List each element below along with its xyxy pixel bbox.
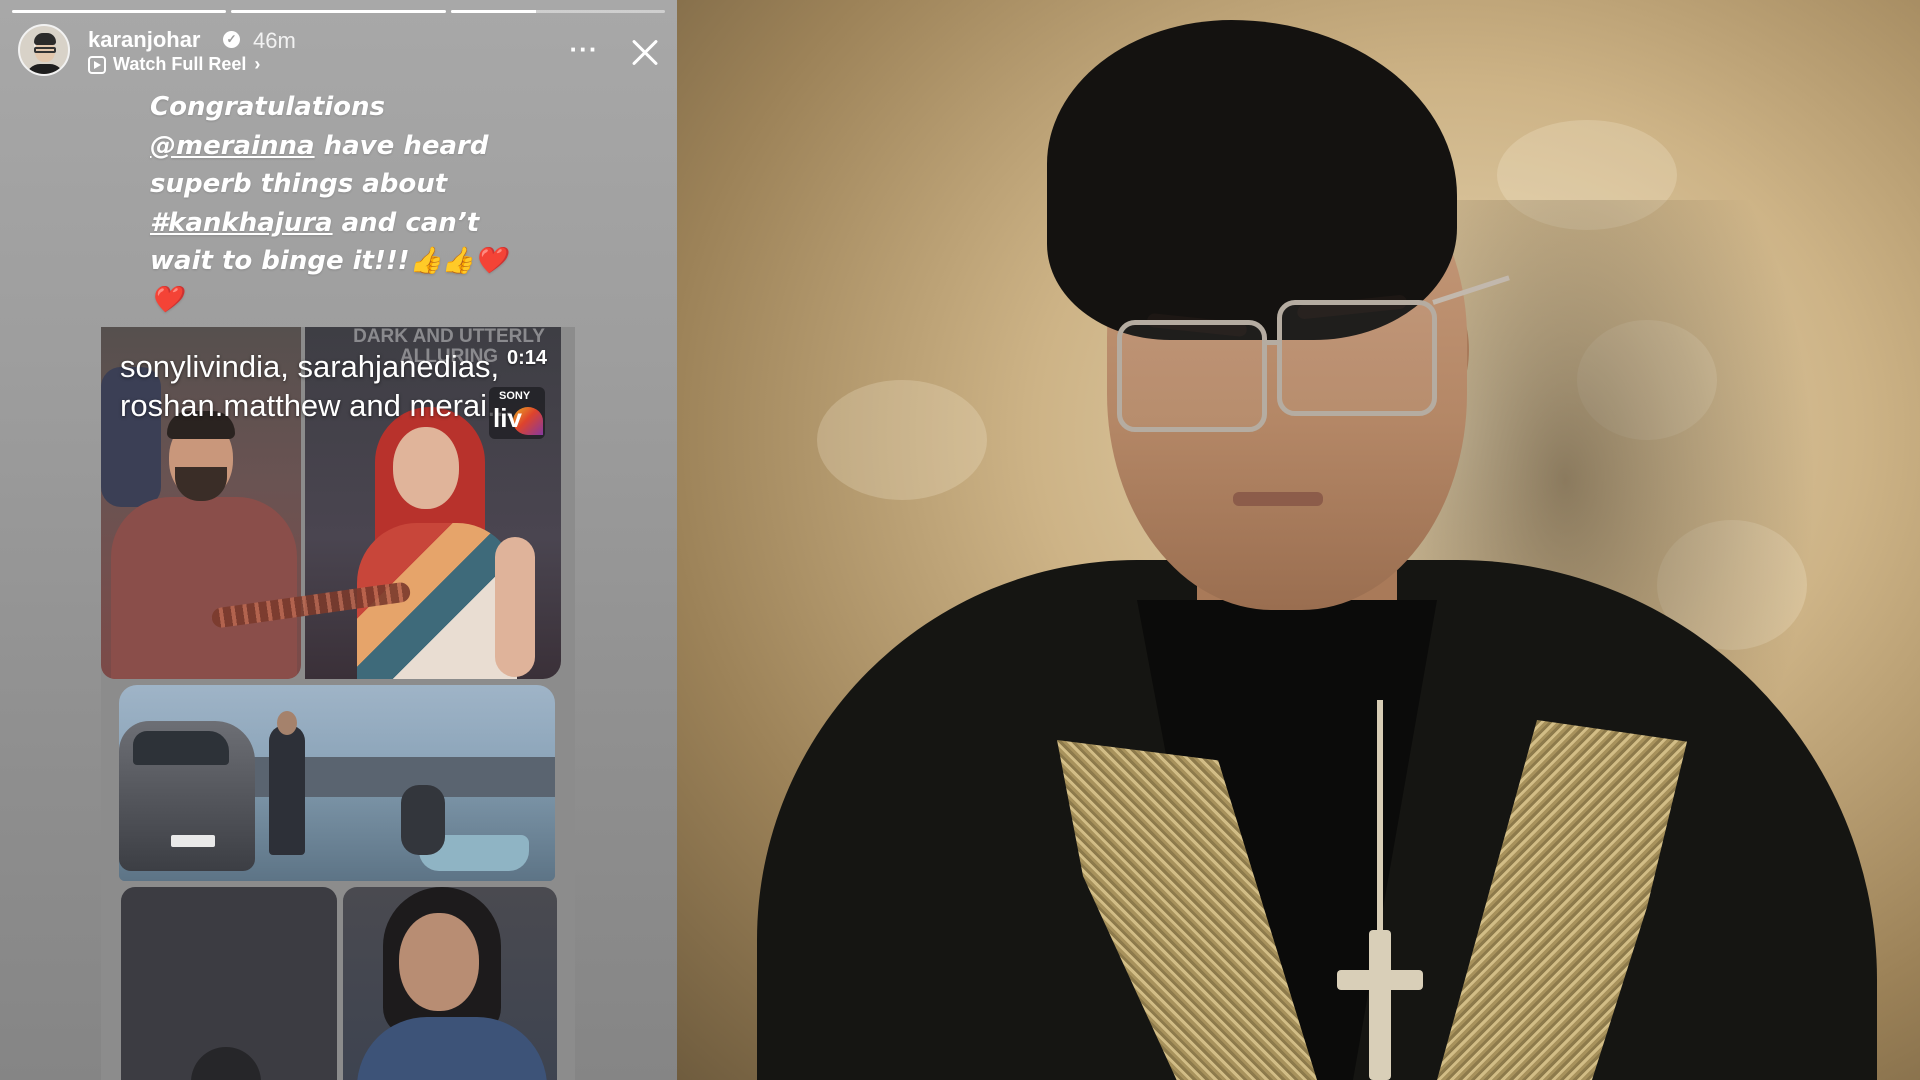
hashtag-link[interactable]: #kankhajura [150,208,333,238]
caption-line: ❤️ [150,284,183,315]
figure-head [399,913,479,1011]
figure-beard [175,467,227,501]
figure-silhouette [191,1047,261,1080]
progress-segment [450,10,665,13]
reel-credit-line: sonylivindia, sarahjanedias, [120,349,500,384]
reel-thumbnail-panel [119,685,555,881]
progress-segment [12,10,227,13]
caption-line: superb things about [150,169,448,199]
avatar[interactable] [18,24,70,76]
reel-thumbnail-panel [343,887,557,1080]
story-caption: Congratulations @merainna have heard sup… [150,88,520,319]
reel-thumbnail-panel [121,887,337,1080]
avatar-glasses [34,47,56,53]
logo-text-bottom: liv [493,403,522,433]
reel-duration: 0:14 [507,347,548,369]
avatar-hair [34,33,56,45]
portrait-photo [677,0,1920,1080]
mouth [1233,492,1323,506]
caption-line: wait to binge it!!!👍👍❤️ [150,246,507,276]
caption-line: Congratulations [150,92,386,122]
glasses-lens-left [1117,320,1267,432]
mention-link[interactable]: @merainna [150,131,315,161]
figure-blazer [357,1017,547,1080]
username[interactable]: karanjohar [88,27,201,53]
story-panel: karanjohar ✓ 46m Watch Full Reel › ··· C… [0,0,677,1080]
figure-arm [495,537,535,677]
verified-badge-icon: ✓ [223,31,240,48]
screen: karanjohar ✓ 46m Watch Full Reel › ··· C… [0,0,1920,1080]
watch-full-reel-label: Watch Full Reel [113,54,247,74]
more-options-icon[interactable]: ··· [566,36,602,66]
sitting-figure [401,785,445,855]
standing-figure-head [277,711,297,735]
cross-pendant-bar [1337,970,1423,990]
light-pattern [817,380,987,500]
story-progress-bar [12,10,665,13]
logo-text-top: SONY [499,390,531,402]
glasses-bridge [1265,340,1281,345]
standing-figure [269,725,305,855]
progress-fill [12,10,227,13]
hair [1047,20,1457,340]
caption-line: #kankhajura and can’t [150,204,520,243]
avatar-body [26,64,64,74]
cross-pendant [1369,930,1391,1080]
caption-text: have heard [314,130,489,161]
story-header: karanjohar ✓ 46m Watch Full Reel › ··· [18,24,663,80]
close-icon[interactable] [626,34,664,72]
necklace-chain [1377,700,1383,960]
progress-fill [231,10,446,13]
watch-full-reel-link[interactable]: Watch Full Reel › [88,54,260,75]
figure-shirt [111,497,297,679]
reel-icon [88,55,106,74]
timestamp: 46m [253,28,296,53]
car-plate [171,835,215,847]
caption-text: and can’t [332,207,480,238]
sonyliv-logo-icon: SONY liv [489,387,545,439]
car-windshield [133,731,229,765]
caption-line: @merainna have heard [150,127,520,166]
glasses-lens-right [1277,300,1437,416]
progress-segment [231,10,446,13]
chevron-right-icon: › [254,54,261,74]
shared-reel-card[interactable]: DARK AND UTTERLY ALLURING sonylivindia, … [101,327,575,1080]
figure-head [393,427,459,509]
progress-fill [450,10,537,13]
